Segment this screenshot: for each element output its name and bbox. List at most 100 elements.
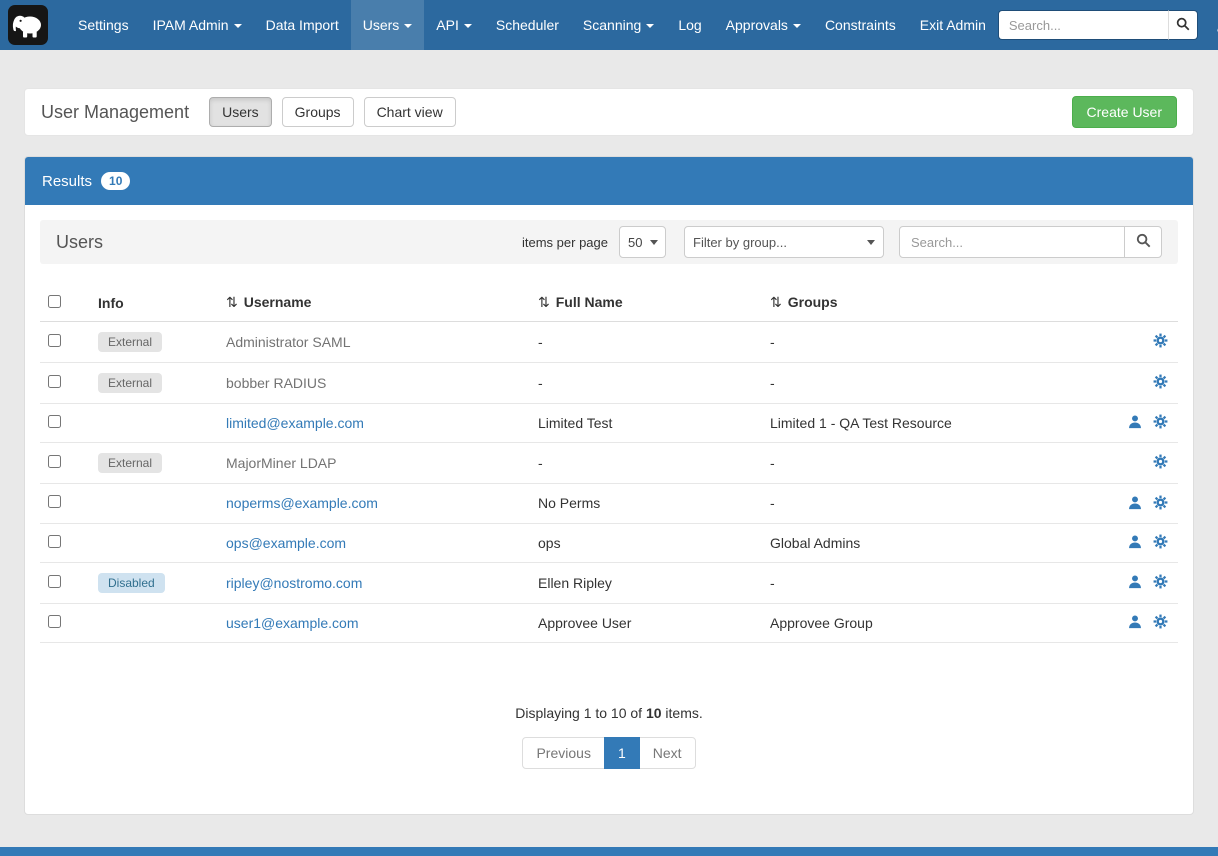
groups-cell: Approvee Group — [762, 603, 1062, 642]
navbar-menu: Settings IPAM Admin Data Import Users API Sch… — [66, 0, 998, 50]
row-checkbox[interactable] — [48, 615, 61, 628]
table-search-input[interactable] — [899, 226, 1125, 258]
nav-item-label: Exit Admin — [920, 17, 986, 33]
groups-cell: - — [762, 322, 1062, 363]
results-title: Results — [42, 173, 92, 190]
gear-icon[interactable] — [1153, 495, 1168, 513]
nav-item-label: IPAM Admin — [153, 17, 229, 33]
table-search-group — [899, 226, 1162, 258]
gear-icon[interactable] — [1153, 454, 1168, 472]
nav-item-scheduler[interactable]: Scheduler — [484, 0, 571, 50]
gear-icon[interactable] — [1153, 574, 1168, 592]
users-toolbar: Users items per page 50 Filter by group.… — [40, 220, 1178, 264]
results-count-badge: 10 — [101, 172, 130, 190]
navbar-search-group — [998, 10, 1198, 40]
username-text: MajorMiner LDAP — [226, 455, 336, 471]
column-header-groups[interactable]: ⇅Groups — [762, 284, 1062, 322]
mammoth-logo[interactable] — [8, 5, 48, 45]
groups-cell: - — [762, 484, 1062, 523]
pagination-previous-button[interactable]: Previous — [522, 737, 604, 769]
column-header-username[interactable]: ⇅Username — [218, 284, 530, 322]
nav-item-label: Users — [363, 17, 400, 33]
items-per-page-select[interactable]: 50 — [619, 226, 666, 258]
table-row: noperms@example.com No Perms- — [40, 484, 1178, 523]
items-per-page-value: 50 — [628, 235, 642, 250]
full-name-cell: No Perms — [530, 484, 762, 523]
user-icon[interactable] — [1128, 534, 1142, 552]
full-name-cell: - — [530, 322, 762, 363]
chevron-down-icon — [464, 24, 472, 28]
account-menu[interactable] — [1210, 15, 1218, 35]
navbar-search-input[interactable] — [998, 10, 1168, 40]
gear-icon[interactable] — [1153, 374, 1168, 392]
gear-icon[interactable] — [1153, 414, 1168, 432]
table-row: ops@example.comopsGlobal Admins — [40, 523, 1178, 562]
top-navbar: Settings IPAM Admin Data Import Users API Sch… — [0, 0, 1218, 50]
row-checkbox[interactable] — [48, 415, 61, 428]
nav-item-log[interactable]: Log — [666, 0, 713, 50]
nav-item-label: API — [436, 17, 459, 33]
view-button-groups[interactable]: Groups — [282, 97, 354, 127]
user-icon[interactable] — [1128, 574, 1142, 592]
results-panel: Results 10 Users items per page 50 Filte… — [24, 156, 1194, 815]
chevron-down-icon — [234, 24, 242, 28]
full-name-cell: - — [530, 363, 762, 404]
row-checkbox[interactable] — [48, 575, 61, 588]
view-button-users[interactable]: Users — [209, 97, 272, 127]
user-icon[interactable] — [1128, 414, 1142, 432]
sort-icon: ⇅ — [226, 295, 238, 311]
user-icon[interactable] — [1128, 614, 1142, 632]
username-link[interactable]: ops@example.com — [226, 535, 346, 551]
results-panel-heading: Results 10 — [25, 157, 1193, 205]
filter-by-group-value: Filter by group... — [693, 235, 787, 250]
nav-item-ipam-admin[interactable]: IPAM Admin — [141, 0, 254, 50]
gear-icon[interactable] — [1153, 534, 1168, 552]
footer-bar — [0, 847, 1218, 856]
table-row: Disabledripley@nostromo.comEllen Ripley- — [40, 562, 1178, 603]
table-row: ExternalMajorMiner LDAP-- — [40, 443, 1178, 484]
nav-item-data-import[interactable]: Data Import — [254, 0, 351, 50]
chevron-down-icon — [867, 240, 875, 245]
pagination-next-button[interactable]: Next — [639, 737, 696, 769]
users-table-body: ExternalAdministrator SAML--Externalbobb… — [40, 322, 1178, 643]
gear-icon[interactable] — [1153, 333, 1168, 351]
pagination-summary: Displaying 1 to 10 of 10 items. — [40, 705, 1178, 721]
username-link[interactable]: user1@example.com — [226, 615, 359, 631]
username-link[interactable]: limited@example.com — [226, 415, 364, 431]
nav-item-label: Scanning — [583, 17, 641, 33]
create-user-button[interactable]: Create User — [1072, 96, 1177, 128]
row-checkbox[interactable] — [48, 455, 61, 468]
username-link[interactable]: ripley@nostromo.com — [226, 575, 362, 591]
nav-item-scanning[interactable]: Scanning — [571, 0, 666, 50]
table-header-row: Info ⇅Username ⇅Full Name ⇅Groups — [40, 284, 1178, 322]
nav-item-exit-admin[interactable]: Exit Admin — [908, 0, 998, 50]
nav-item-approvals[interactable]: Approvals — [714, 0, 813, 50]
row-checkbox[interactable] — [48, 535, 61, 548]
groups-cell: - — [762, 363, 1062, 404]
groups-cell: - — [762, 562, 1062, 603]
info-badge: External — [98, 453, 162, 473]
nav-item-users[interactable]: Users — [351, 0, 425, 50]
row-checkbox[interactable] — [48, 334, 61, 347]
search-icon — [1176, 17, 1190, 34]
row-checkbox[interactable] — [48, 375, 61, 388]
view-button-chart-view[interactable]: Chart view — [364, 97, 456, 127]
nav-item-api[interactable]: API — [424, 0, 484, 50]
table-row: limited@example.comLimited TestLimited 1… — [40, 404, 1178, 443]
username-link[interactable]: noperms@example.com — [226, 495, 378, 511]
username-text: Administrator SAML — [226, 334, 350, 350]
nav-item-constraints[interactable]: Constraints — [813, 0, 908, 50]
table-search-button[interactable] — [1124, 226, 1162, 258]
info-badge: Disabled — [98, 573, 165, 593]
filter-by-group-select[interactable]: Filter by group... — [684, 226, 884, 258]
search-icon — [1136, 233, 1151, 251]
gear-icon[interactable] — [1153, 614, 1168, 632]
navbar-search-button[interactable] — [1168, 10, 1198, 40]
select-all-checkbox[interactable] — [48, 295, 61, 308]
pagination-page-1-button[interactable]: 1 — [604, 737, 640, 769]
user-icon[interactable] — [1128, 495, 1142, 513]
nav-item-settings[interactable]: Settings — [66, 0, 141, 50]
app-window: Settings IPAM Admin Data Import Users API Sch… — [0, 0, 1218, 856]
row-checkbox[interactable] — [48, 495, 61, 508]
column-header-full-name[interactable]: ⇅Full Name — [530, 284, 762, 322]
